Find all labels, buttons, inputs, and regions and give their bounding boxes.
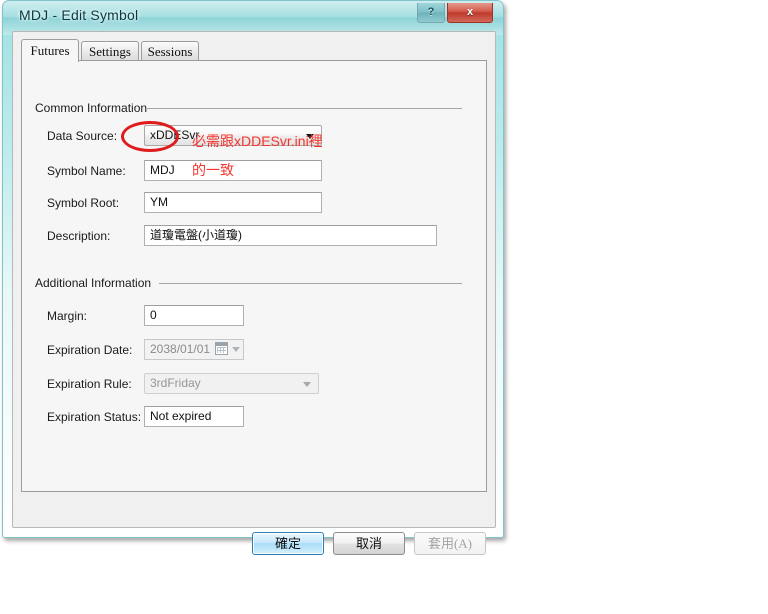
futures-tab-panel: Common Information Data Source: xDDESvr … <box>21 60 487 492</box>
tab-settings[interactable]: Settings <box>81 41 139 61</box>
window-title: MDJ - Edit Symbol <box>19 7 139 23</box>
chevron-down-icon <box>303 382 311 387</box>
dialog-client-area: Futures Settings Sessions Common Informa… <box>12 31 496 555</box>
tab-futures[interactable]: Futures <box>21 39 79 62</box>
expiration-rule-value: 3rdFriday <box>150 376 201 390</box>
tab-sessions[interactable]: Sessions <box>141 41 199 61</box>
ok-button[interactable]: 確定 <box>252 532 324 555</box>
expiration-status-input: Not expired <box>144 406 244 427</box>
apply-button[interactable]: 套用(A) <box>414 532 486 555</box>
description-label: Description: <box>47 229 111 243</box>
data-source-label: Data Source: <box>47 129 118 143</box>
symbol-name-label: Symbol Name: <box>47 164 126 178</box>
help-button[interactable]: ? <box>417 3 445 23</box>
description-input[interactable]: 道瓊電盤(小道瓊) <box>144 225 437 246</box>
edit-symbol-window: MDJ - Edit Symbol ? x Futures Settings S… <box>2 0 504 555</box>
additional-information-separator <box>159 283 462 284</box>
window-titlebar[interactable]: MDJ - Edit Symbol ? x <box>3 1 503 31</box>
tab-strip: Futures Settings Sessions <box>21 39 487 62</box>
expiration-rule-combobox[interactable]: 3rdFriday <box>144 373 319 394</box>
expiration-rule-label: Expiration Rule: <box>47 377 132 391</box>
annotation-line-2: 的一致 <box>192 162 234 178</box>
expiration-date-label: Expiration Date: <box>47 343 133 357</box>
symbol-root-label: Symbol Root: <box>47 196 120 210</box>
close-button[interactable]: x <box>447 3 493 23</box>
margin-input[interactable]: 0 <box>144 305 244 326</box>
margin-label: Margin: <box>47 309 88 323</box>
common-information-separator <box>147 108 462 109</box>
common-information-group-label: Common Information <box>35 101 154 115</box>
chevron-down-icon[interactable] <box>232 347 240 352</box>
cancel-button[interactable]: 取消 <box>333 532 405 555</box>
additional-information-group-label: Additional Information <box>35 276 158 290</box>
annotation-line-1: 必需跟xDDESvr.ini裡 <box>192 133 323 149</box>
expiration-date-input[interactable]: 2038/01/01 <box>144 339 244 360</box>
expiration-status-label: Expiration Status: <box>47 410 142 424</box>
symbol-root-input[interactable]: YM <box>144 192 322 213</box>
calendar-icon[interactable] <box>215 342 228 355</box>
